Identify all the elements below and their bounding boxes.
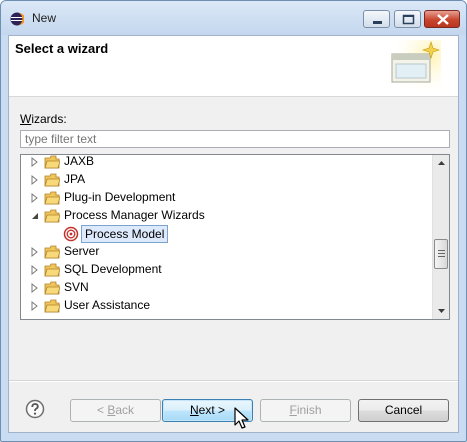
next-button-mnemonic: N (189, 403, 199, 417)
tree-item-label: JPA (64, 172, 86, 186)
scroll-up-arrow-icon[interactable] (433, 155, 450, 171)
process-model-icon (63, 226, 79, 242)
tree-item-process-model[interactable]: Process Model (21, 225, 433, 243)
expand-arrow-icon[interactable] (31, 193, 39, 203)
expand-arrow-icon[interactable] (31, 247, 39, 257)
tree-item-sql-development[interactable]: SQL Development (21, 261, 433, 279)
folder-icon (44, 281, 60, 295)
expand-arrow-icon[interactable] (31, 175, 39, 185)
expand-arrow-icon[interactable] (31, 265, 39, 275)
tree-item-label: SQL Development (64, 262, 162, 276)
thumb-grip-line (438, 256, 445, 257)
new-wizard-banner-icon (389, 40, 441, 92)
collapse-arrow-icon[interactable] (31, 211, 39, 221)
tree-item-label: Process Model (81, 225, 169, 243)
help-icon[interactable] (25, 399, 45, 419)
filter-input[interactable] (20, 130, 450, 148)
back-button[interactable]: < Back (70, 399, 161, 422)
eclipse-icon (10, 12, 24, 26)
scroll-down-arrow-icon[interactable] (433, 303, 450, 319)
next-button-rest: ext > (198, 403, 226, 417)
tree-item-server[interactable]: Server (21, 243, 433, 261)
folder-icon (44, 173, 60, 187)
wizards-label: Wizards: (20, 112, 67, 126)
finish-button-rest: inish (296, 403, 322, 417)
mouse-pointer-icon (234, 407, 249, 429)
maximize-button[interactable] (394, 10, 421, 28)
cancel-button[interactable]: Cancel (358, 399, 449, 422)
folder-icon (44, 191, 60, 205)
back-button-rest: ack (115, 403, 135, 417)
folder-icon (44, 263, 60, 277)
wizard-header: Select a wizard (9, 36, 458, 97)
scrollbar-thumb[interactable] (434, 239, 448, 269)
folder-icon (44, 299, 60, 313)
expand-arrow-icon[interactable] (31, 301, 39, 311)
finish-button[interactable]: Finish (260, 399, 351, 422)
tree-item-svn[interactable]: SVN (21, 279, 433, 297)
tree-item-user-assistance[interactable]: User Assistance (21, 297, 433, 315)
folder-icon (44, 155, 60, 169)
finish-button-mnemonic: F (289, 403, 297, 417)
page-title: Select a wizard (15, 41, 109, 56)
tree-vertical-scrollbar[interactable] (432, 155, 450, 319)
tree-item-label: JAXB (64, 154, 95, 168)
tree-item-jaxb[interactable]: JAXB (21, 154, 433, 171)
back-button-prefix: < (96, 403, 108, 417)
expand-arrow-icon[interactable] (31, 157, 39, 167)
tree-item-jpa[interactable]: JPA (21, 171, 433, 189)
tree-item-process-manager-wizards[interactable]: Process Manager Wizards (21, 207, 433, 225)
open-folder-icon (44, 209, 60, 223)
maximize-icon (402, 14, 415, 25)
expand-arrow-icon[interactable] (31, 283, 39, 293)
window-title: New (32, 11, 57, 25)
close-window-button[interactable] (424, 10, 460, 28)
wizard-tree[interactable]: JAXB JPA Plug-in Development Process Man… (20, 154, 450, 320)
button-bar-separator (9, 380, 458, 382)
dialog-window: New Select a wizard Wizards: type filter… (0, 0, 467, 442)
tree-item-label: Plug-in Development (64, 190, 176, 204)
tree-item-label: SVN (64, 280, 89, 294)
wizards-label-rest: izards: (31, 112, 67, 126)
thumb-grip-line (438, 250, 445, 251)
folder-icon (44, 245, 60, 259)
title-bar[interactable]: New (1, 1, 466, 35)
tree-item-label: User Assistance (64, 298, 151, 312)
minimize-button[interactable] (363, 10, 390, 28)
tree-item-plugin-development[interactable]: Plug-in Development (21, 189, 433, 207)
dialog-client: Select a wizard Wizards: JAXB JPA (8, 35, 459, 433)
tree-item-label: Process Manager Wizards (64, 208, 205, 222)
cancel-button-label: Cancel (384, 403, 423, 417)
minimize-icon (373, 21, 382, 24)
thumb-grip-line (438, 253, 445, 254)
close-icon (437, 14, 449, 25)
tree-item-label: Server (64, 244, 100, 258)
